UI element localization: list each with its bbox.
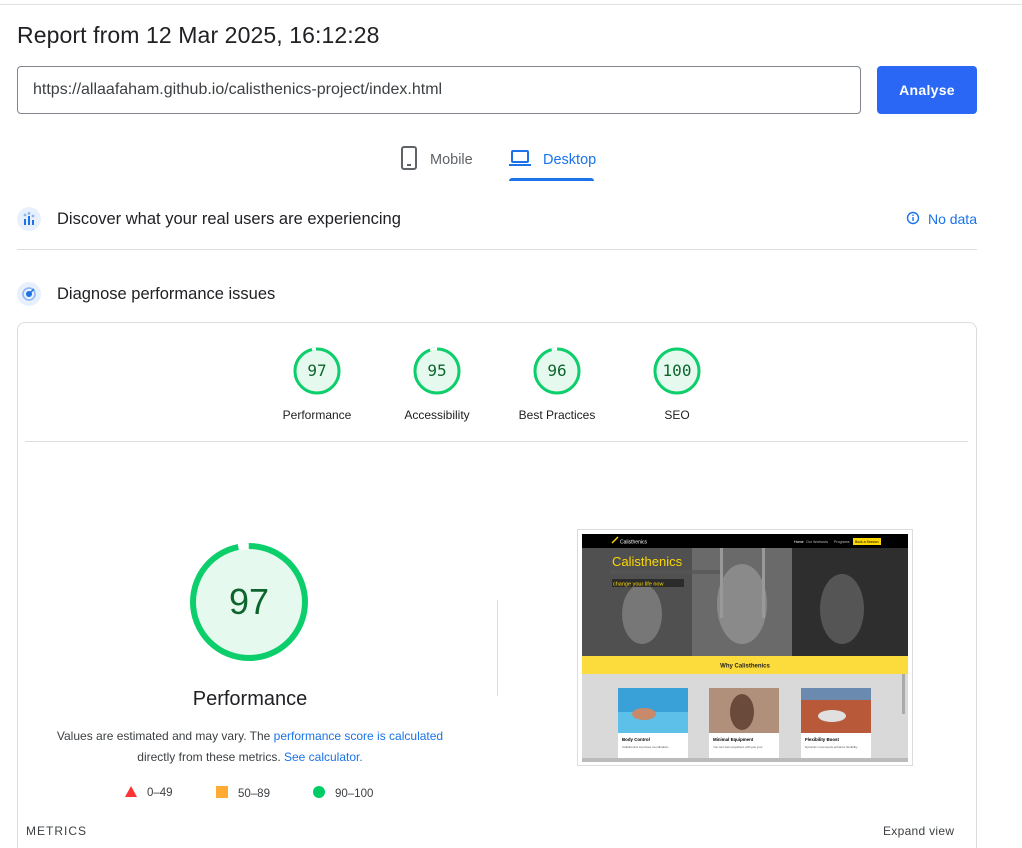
- info-icon: [906, 211, 920, 228]
- category-label: Accessibility: [404, 408, 470, 422]
- performance-score: 97: [228, 581, 270, 622]
- category-gauge-performance[interactable]: 97 Performance: [262, 346, 372, 422]
- category-label: Best Practices: [518, 408, 596, 422]
- preview-card-text: Dynamic movements enhance flexibility: [805, 745, 858, 749]
- preview-nav-programs: Programs: [834, 540, 850, 544]
- legend-pass: 90–100: [313, 786, 373, 801]
- card-divider: [25, 441, 968, 442]
- category-gauge-accessibility[interactable]: 95 Accessibility: [382, 346, 492, 422]
- gauge-ring: 95: [412, 346, 462, 396]
- section-divider: [17, 249, 977, 250]
- diagnose-icon: [17, 282, 41, 306]
- field-data-title: Discover what your real users are experi…: [57, 209, 401, 228]
- desc-middle: directly from these metrics.: [137, 750, 284, 764]
- score-calculated-link[interactable]: performance score is calculated: [274, 729, 443, 743]
- category-score: 100: [662, 361, 692, 380]
- preview-hero-subtitle: change your life now: [613, 582, 663, 588]
- category-score: 95: [427, 361, 447, 380]
- square-icon: [216, 786, 228, 801]
- preview-card-title: Flexibility Boost: [805, 737, 839, 742]
- no-data-label: No data: [927, 211, 977, 227]
- tab-selected-indicator: [509, 178, 594, 181]
- preview-cta: Book a Session: [855, 540, 879, 544]
- preview-card-text: Calisthenics improves coordination.: [622, 745, 669, 749]
- preview-section-title: Why Calisthenics: [720, 664, 770, 670]
- laptop-icon: [509, 149, 531, 171]
- legend-range: 90–100: [335, 787, 374, 800]
- category-label: Performance: [282, 408, 352, 422]
- vertical-divider: [497, 600, 498, 696]
- preview-card-text: You can train anywhere with just your: [713, 745, 763, 749]
- preview-hero-title: Calisthenics: [612, 554, 683, 569]
- legend-range: 0–49: [147, 787, 173, 799]
- legend-average: 50–89: [216, 786, 270, 801]
- legend-fail: 0–49: [125, 786, 173, 800]
- url-input[interactable]: [17, 66, 861, 114]
- analyse-button[interactable]: Analyse: [877, 66, 977, 114]
- preview-card-title: Body Control: [622, 737, 650, 742]
- users-icon: [17, 207, 41, 231]
- top-rule: [0, 4, 1022, 5]
- diagnose-title: Diagnose performance issues: [57, 284, 276, 303]
- preview-card-title: Minimal Equipment: [713, 737, 754, 742]
- preview-nav-workouts: Our Workouts: [806, 540, 828, 544]
- preview-brand: Calisthenics: [620, 540, 647, 546]
- no-data-status[interactable]: No data: [906, 211, 977, 228]
- category-score: 97: [307, 361, 327, 380]
- tab-desktop[interactable]: Desktop: [509, 140, 596, 180]
- gauge-ring: 100: [652, 346, 702, 396]
- tab-mobile[interactable]: Mobile: [400, 140, 473, 180]
- gauge-ring: 96: [532, 346, 582, 396]
- metrics-label: METRICS: [26, 824, 87, 838]
- phone-icon: [400, 146, 418, 174]
- final-screenshot[interactable]: Calisthenics Home Our Workouts Programs …: [577, 529, 913, 766]
- website-preview: Calisthenics Home Our Workouts Programs …: [582, 534, 908, 762]
- category-gauge-seo[interactable]: 100 SEO: [622, 346, 732, 422]
- tab-mobile-label: Mobile: [430, 152, 473, 168]
- performance-description: Values are estimated and may vary. The p…: [40, 726, 460, 768]
- triangle-icon: [125, 786, 137, 800]
- expand-view-button[interactable]: Expand view: [883, 824, 954, 838]
- legend-range: 50–89: [238, 787, 270, 800]
- page-title: Report from 12 Mar 2025, 16:12:28: [17, 22, 380, 48]
- tab-desktop-label: Desktop: [543, 152, 597, 168]
- see-calculator-link[interactable]: See calculator.: [284, 750, 363, 764]
- category-score: 96: [547, 361, 567, 380]
- category-label: SEO: [664, 408, 690, 422]
- preview-nav-home: Home: [794, 540, 804, 544]
- gauge-ring: 97: [292, 346, 342, 396]
- field-data-section: Discover what your real users are experi…: [17, 204, 977, 234]
- performance-title: Performance: [192, 688, 308, 710]
- diagnose-section: Diagnose performance issues: [17, 279, 977, 309]
- desc-prefix: Values are estimated and may vary. The: [56, 729, 274, 743]
- category-gauge-best-practices[interactable]: 96 Best Practices: [502, 346, 612, 422]
- circle-icon: [313, 786, 325, 801]
